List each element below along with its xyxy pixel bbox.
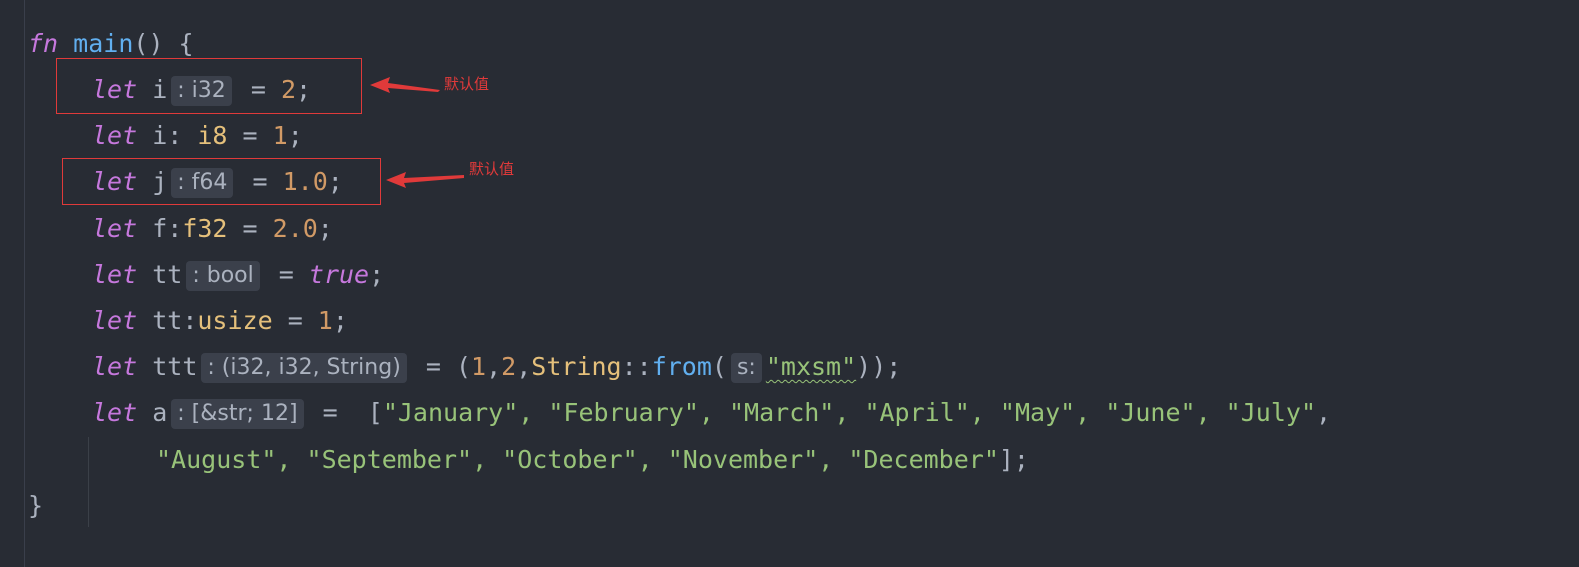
punctuation: , (1316, 398, 1332, 427)
path-separator: :: (621, 352, 652, 381)
keyword-let: let (92, 260, 138, 289)
keyword-let: let (92, 306, 138, 335)
keyword-fn: fn (28, 29, 59, 58)
number-literal: 2.0 (272, 214, 318, 243)
annotation-box-1 (56, 58, 362, 114)
arrow-left-icon (386, 172, 464, 188)
punctuation: ]; (998, 445, 1029, 474)
annotation-label-1: 默认值 (444, 75, 490, 93)
annotation-label-2: 默认值 (469, 160, 515, 178)
code-line-9[interactable]: let a: [&str; 12] = ["January", "Februar… (92, 390, 1331, 436)
type-name: i8 (197, 121, 228, 150)
type-hint: : (i32, i32, String) (201, 353, 407, 383)
function-name: main (73, 29, 134, 58)
punctuation: , (516, 352, 532, 381)
type-name: usize (197, 306, 273, 335)
type-hint: : bool (186, 261, 260, 291)
operator: = [ (307, 398, 383, 427)
punctuation: ; (369, 260, 385, 289)
number-literal: 1 (471, 352, 487, 381)
code-line-7[interactable]: let tt:usize = 1; (92, 298, 348, 344)
bool-literal: true (308, 260, 370, 289)
operator: = ( (410, 352, 472, 381)
string-literal: "mxsm" (765, 352, 857, 381)
punctuation: ( (711, 352, 727, 381)
punctuation: )); (856, 352, 902, 381)
annotation-box-2 (62, 158, 381, 205)
gutter-line (24, 0, 25, 567)
keyword-let: let (92, 352, 138, 381)
variable-name: i: (152, 121, 198, 150)
variable-name: f: (152, 214, 183, 243)
keyword-let: let (92, 121, 138, 150)
punctuation: ; (332, 306, 348, 335)
type-hint: : [&str; 12] (171, 399, 304, 429)
code-line-6[interactable]: let tt: bool = true; (92, 252, 384, 298)
string-list: "January", "February", "March", "April",… (382, 398, 1316, 427)
code-line-5[interactable]: let f:f32 = 2.0; (92, 206, 333, 252)
code-line-8[interactable]: let ttt: (i32, i32, String) = (1,2,Strin… (92, 344, 901, 390)
number-literal: 1 (272, 121, 288, 150)
keyword-let: let (92, 214, 138, 243)
function-name: from (651, 352, 712, 381)
closing-brace: } (28, 491, 44, 520)
type-name: f32 (182, 214, 228, 243)
keyword-let: let (92, 398, 138, 427)
code-line-3[interactable]: let i: i8 = 1; (92, 113, 303, 159)
code-line-10[interactable]: "August", "September", "October", "Novem… (156, 437, 1029, 483)
punctuation: () { (133, 29, 194, 58)
variable-name: ttt (152, 352, 198, 381)
variable-name: tt: (152, 306, 198, 335)
indent-guide (88, 437, 89, 527)
punctuation: ; (317, 214, 333, 243)
arrow-left-icon (370, 77, 440, 93)
string-list: "August", "September", "October", "Novem… (156, 445, 999, 474)
variable-name: a (152, 398, 168, 427)
operator: = (263, 260, 309, 289)
number-literal: 2 (501, 352, 517, 381)
variable-name: tt (152, 260, 183, 289)
punctuation: , (486, 352, 502, 381)
code-line-11[interactable]: } (28, 483, 43, 529)
punctuation: ; (287, 121, 303, 150)
operator: = (227, 214, 273, 243)
operator: = (272, 306, 318, 335)
number-literal: 1 (317, 306, 333, 335)
parameter-hint: s: (730, 353, 762, 383)
type-name: String (531, 352, 622, 381)
operator: = (227, 121, 273, 150)
